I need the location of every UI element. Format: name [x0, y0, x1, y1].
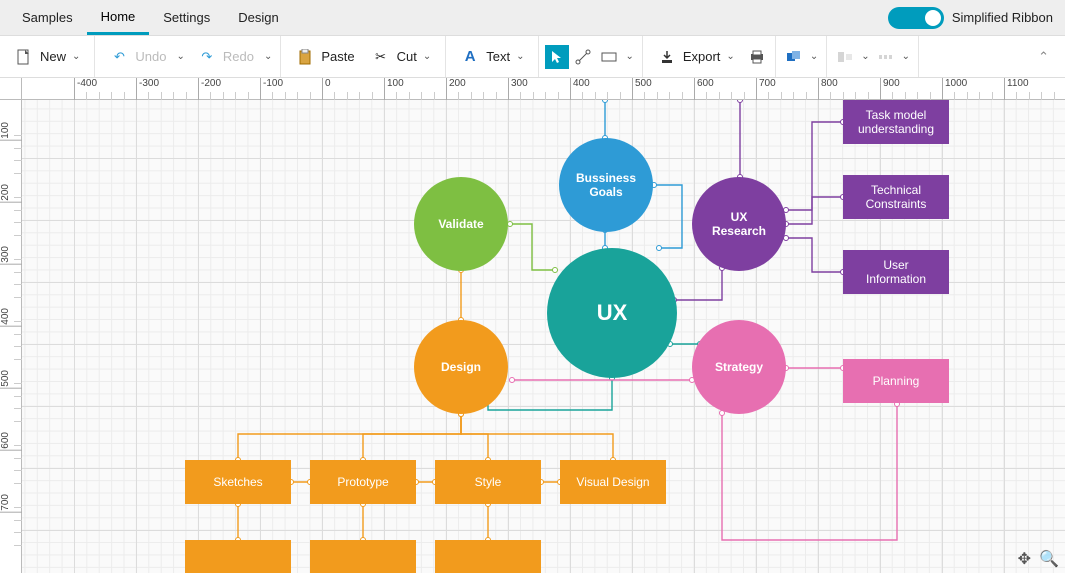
shape-task[interactable]: Task model understanding: [843, 100, 949, 144]
shape-tech[interactable]: Technical Constraints: [843, 175, 949, 219]
shape-sub3[interactable]: [435, 540, 541, 573]
connector-tool[interactable]: [571, 45, 595, 69]
shape-validate[interactable]: Validate: [414, 177, 508, 271]
export-button[interactable]: Export⌄: [649, 41, 743, 73]
tab-design[interactable]: Design: [224, 2, 292, 33]
shape-design[interactable]: Design: [414, 320, 508, 414]
simplified-ribbon-toggle[interactable]: [888, 7, 944, 29]
shape-goals[interactable]: Bussiness Goals: [559, 138, 653, 232]
new-file-icon: [12, 45, 36, 69]
shape-strategy[interactable]: Strategy: [692, 320, 786, 414]
new-button[interactable]: New⌄: [6, 41, 88, 73]
undo-button[interactable]: ↶ Undo: [101, 41, 172, 73]
chevron-down-icon: ⌄: [70, 51, 82, 62]
arrange-split[interactable]: ⌄: [808, 51, 820, 62]
export-icon: [655, 45, 679, 69]
shape-sub2[interactable]: [310, 540, 416, 573]
chevron-down-icon: ⌄: [421, 51, 433, 62]
tab-home[interactable]: Home: [87, 1, 150, 35]
shape-tool-split[interactable]: ⌄: [623, 51, 635, 62]
shape-style[interactable]: Style: [435, 460, 541, 504]
chevron-down-icon: ⌄: [724, 51, 736, 62]
shape-visual[interactable]: Visual Design: [560, 460, 666, 504]
print-button[interactable]: [745, 45, 769, 69]
shape-research[interactable]: UX Research: [692, 177, 786, 271]
ruler-horizontal: -400-300-200-100010020030040050060070080…: [22, 78, 1065, 100]
distribute-split[interactable]: ⌄: [900, 51, 912, 62]
ruler-corner: [0, 78, 22, 100]
shape-ux[interactable]: UX: [547, 248, 677, 378]
shape-sketches[interactable]: Sketches: [185, 460, 291, 504]
diagram-canvas[interactable]: -400-300-200-100010020030040050060070080…: [0, 78, 1065, 573]
ruler-vertical: 100200300400500600700: [0, 100, 22, 573]
shape-planning[interactable]: Planning: [843, 359, 949, 403]
distribute-button[interactable]: [874, 45, 898, 69]
text-button[interactable]: A Text⌄: [452, 41, 532, 73]
undo-icon: ↶: [107, 45, 131, 69]
ribbon-tabs: Samples Home Settings Design Simplified …: [0, 0, 1065, 36]
cut-button[interactable]: ✂ Cut⌄: [363, 41, 440, 73]
diagram-stage[interactable]: UX Bussiness Goals Validate UX Research Desi…: [22, 100, 1065, 573]
chevron-down-icon: ⌄: [514, 51, 526, 62]
redo-icon: ↷: [195, 45, 219, 69]
paste-icon: [293, 45, 317, 69]
simplified-ribbon-label: Simplified Ribbon: [952, 10, 1053, 25]
redo-button[interactable]: ↷ Redo: [189, 41, 260, 73]
align-button[interactable]: [833, 45, 857, 69]
text-icon: A: [458, 45, 482, 69]
collapse-ribbon[interactable]: ⌃: [1022, 49, 1065, 65]
shape-sub1[interactable]: [185, 540, 291, 573]
align-split[interactable]: ⌄: [859, 51, 871, 62]
tab-settings[interactable]: Settings: [149, 2, 224, 33]
shape-prototype[interactable]: Prototype: [310, 460, 416, 504]
tab-samples[interactable]: Samples: [8, 2, 87, 33]
cut-icon: ✂: [369, 45, 393, 69]
toolbar: New⌄ ↶ Undo ⌄ ↷ Redo ⌄ Paste ✂ Cut⌄ A Te…: [0, 36, 1065, 78]
arrange-button[interactable]: [782, 45, 806, 69]
pointer-tool[interactable]: [545, 45, 569, 69]
pan-tool-icon[interactable]: ✥: [1018, 549, 1031, 569]
shape-tool[interactable]: [597, 45, 621, 69]
shape-userinfo[interactable]: User Information: [843, 250, 949, 294]
undo-split[interactable]: ⌄: [174, 51, 186, 62]
paste-button[interactable]: Paste: [287, 41, 360, 73]
zoom-tool-icon[interactable]: 🔍: [1039, 549, 1059, 569]
redo-split[interactable]: ⌄: [262, 51, 274, 62]
